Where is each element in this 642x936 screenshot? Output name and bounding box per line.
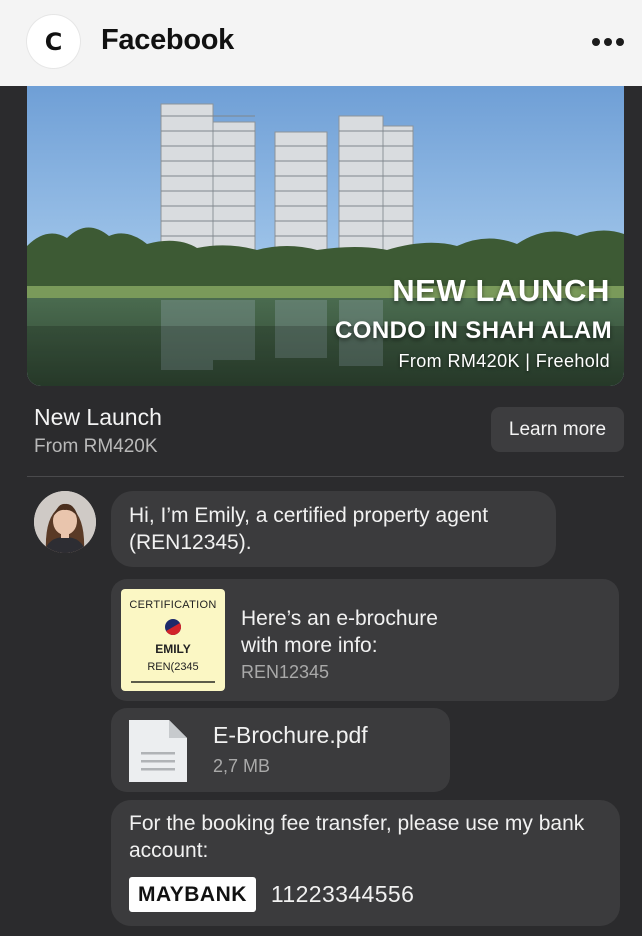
message-bank-details: For the booking fee transfer, please use… bbox=[111, 800, 620, 926]
certificate-thumbnail[interactable]: CERTIFICATION EMILY REN(2345 bbox=[121, 589, 225, 691]
bank-account-number[interactable]: 11223344556 bbox=[271, 881, 414, 908]
agent-avatar[interactable] bbox=[34, 491, 96, 553]
divider bbox=[27, 476, 624, 477]
certificate-signature-line bbox=[131, 681, 215, 683]
app-logo[interactable]: C bbox=[27, 15, 80, 68]
ad-title: New Launch bbox=[34, 404, 162, 430]
app-logo-glyph: C bbox=[44, 27, 63, 56]
certificate-id: REN(2345 bbox=[147, 661, 199, 673]
ad-image-price: From RM420K | Freehold bbox=[398, 351, 610, 371]
more-options-button[interactable] bbox=[588, 26, 628, 58]
file-size: 2,7 MB bbox=[213, 756, 271, 776]
ad-subtitle: From RM420K bbox=[34, 436, 158, 457]
app-title: Facebook bbox=[101, 24, 234, 56]
document-icon bbox=[129, 720, 187, 782]
message-brochure: CERTIFICATION EMILY REN(2345 Here’s an e… bbox=[111, 579, 619, 701]
message-intro-text: Hi, I’m Emily, a certified property agen… bbox=[129, 504, 489, 554]
ad-image[interactable]: NEW LAUNCH CONDO IN SHAH ALAM From RM420… bbox=[27, 86, 624, 386]
learn-more-button[interactable]: Learn more bbox=[491, 407, 624, 452]
brochure-reference: REN12345 bbox=[241, 662, 330, 682]
bank-name-badge: MAYBANK bbox=[129, 877, 256, 912]
more-dots-icon bbox=[592, 38, 600, 46]
certificate-emblem-icon bbox=[165, 619, 181, 635]
ad-image-headline: NEW LAUNCH bbox=[392, 273, 610, 308]
bank-details-row: MAYBANK 11223344556 bbox=[129, 877, 414, 912]
certificate-title: CERTIFICATION bbox=[129, 599, 217, 611]
message-intro: Hi, I’m Emily, a certified property agen… bbox=[111, 491, 556, 567]
file-attachment[interactable]: E-Brochure.pdf 2,7 MB bbox=[111, 708, 450, 792]
app-header: C Facebook bbox=[0, 0, 642, 86]
ad-image-subheadline: CONDO IN SHAH ALAM bbox=[335, 317, 612, 344]
file-name: E-Brochure.pdf bbox=[213, 722, 368, 748]
brochure-message-text: Here’s an e-brochure with more info: bbox=[241, 607, 438, 657]
agent-photo bbox=[34, 491, 96, 553]
certificate-name: EMILY bbox=[155, 642, 191, 656]
bank-message-text: For the booking fee transfer, please use… bbox=[129, 812, 585, 862]
